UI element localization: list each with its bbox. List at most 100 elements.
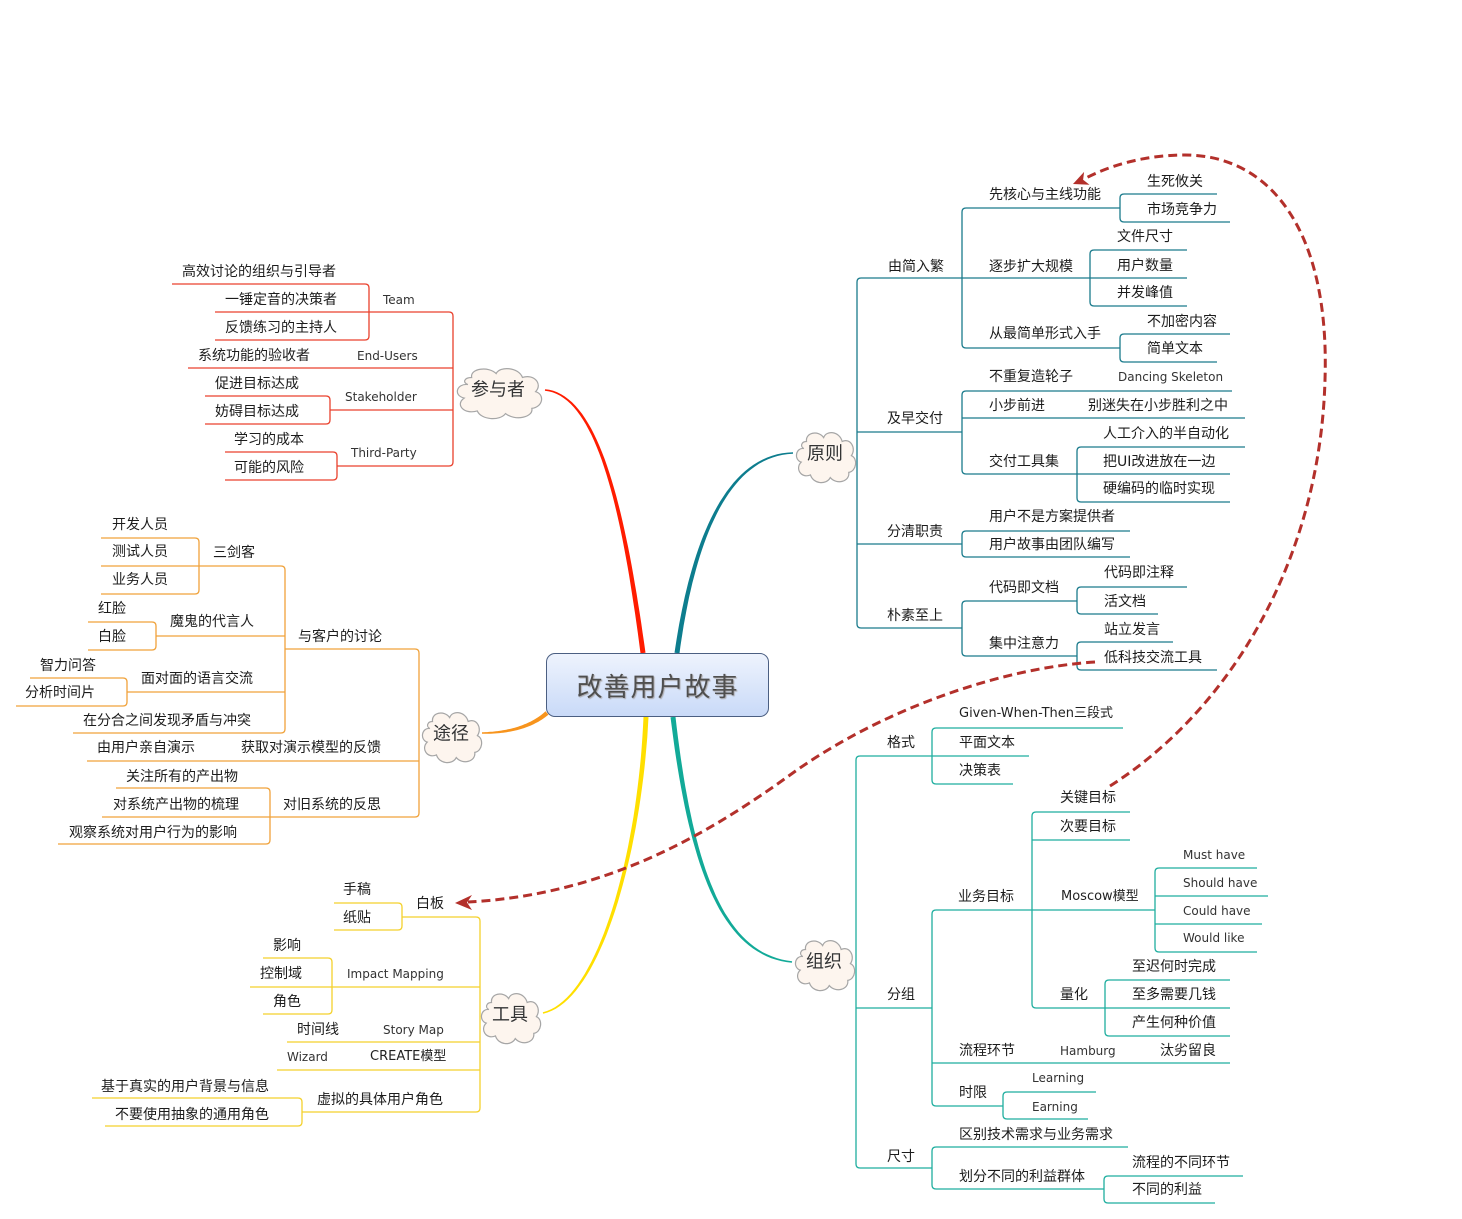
subtopic-l3[interactable]: 控制域 [260, 965, 302, 983]
subtopic-l3[interactable]: 可能的风险 [234, 459, 304, 477]
subtopic-l3[interactable]: 不要使用抽象的通用角色 [115, 1106, 269, 1124]
subtopic-l3[interactable]: 关注所有的产出物 [126, 768, 238, 786]
subtopic-l4[interactable]: 活文档 [1104, 593, 1146, 611]
subtopic-l3[interactable]: 观察系统对用户行为的影响 [69, 824, 237, 842]
subtopic-l3[interactable]: Given-When-Then三段式 [959, 705, 1113, 723]
subtopic-l4[interactable]: 别迷失在小步胜利之中 [1088, 397, 1228, 415]
subtopic-l4[interactable]: 次要目标 [1060, 818, 1116, 836]
subtopic-l3[interactable]: 用户不是方案提供者 [989, 508, 1115, 526]
subtopic-l4[interactable]: 生死攸关 [1147, 173, 1203, 191]
subtopic-l5[interactable]: Could have [1183, 902, 1251, 920]
subtopic-l4[interactable]: 关键目标 [1060, 789, 1116, 807]
subtopic[interactable]: 朴素至上 [887, 607, 943, 625]
subtopic-l3[interactable]: 在分合之间发现矛盾与冲突 [83, 712, 251, 730]
subtopic-l3[interactable]: 交付工具集 [989, 453, 1059, 471]
subtopic-l4[interactable]: 红脸 [98, 600, 126, 618]
subtopic-l4[interactable]: 市场竞争力 [1147, 201, 1217, 219]
subtopic[interactable]: Team [383, 291, 415, 309]
subtopic[interactable]: 虚拟的具体用户角色 [317, 1091, 443, 1109]
subtopic-l4[interactable]: 并发峰值 [1117, 284, 1173, 302]
subtopic[interactable]: 与客户的讨论 [298, 628, 382, 646]
main-topic-organization[interactable]: 组织 [791, 934, 857, 992]
subtopic-l3[interactable]: 面对面的语言交流 [141, 670, 253, 688]
subtopic-l3[interactable]: 一锤定音的决策者 [225, 291, 337, 309]
subtopic-l3[interactable]: 手稿 [343, 881, 371, 899]
subtopic-l3[interactable]: 划分不同的利益群体 [959, 1168, 1085, 1186]
subtopic-l4[interactable]: 智力问答 [40, 657, 96, 675]
subtopic-l3[interactable]: 集中注意力 [989, 635, 1059, 653]
subtopic-l3[interactable]: 对系统产出物的梳理 [113, 796, 239, 814]
subtopic[interactable]: CREATE模型 [370, 1048, 446, 1066]
subtopic-l5[interactable]: 汰劣留良 [1160, 1042, 1216, 1060]
subtopic-l3[interactable]: 魔鬼的代言人 [170, 613, 254, 631]
subtopic[interactable]: 由简入繁 [888, 258, 944, 276]
subtopic-l4[interactable]: 简单文本 [1147, 340, 1203, 358]
subtopic-l4[interactable]: 量化 [1060, 986, 1088, 1004]
subtopic[interactable]: 获取对演示模型的反馈 [241, 739, 381, 757]
subtopic[interactable]: End-Users [357, 347, 418, 365]
main-topic-participants[interactable]: 参与者 [451, 362, 545, 420]
main-topic-principles[interactable]: 原则 [792, 426, 858, 484]
subtopic-l3[interactable]: 影响 [273, 937, 301, 955]
subtopic-l3[interactable]: 妨碍目标达成 [215, 403, 299, 421]
subtopic-l3[interactable]: 用户故事由团队编写 [989, 536, 1115, 554]
subtopic[interactable]: 及早交付 [887, 410, 943, 428]
subtopic[interactable]: 分清职责 [887, 523, 943, 541]
subtopic-l3[interactable]: 三剑客 [213, 544, 255, 562]
subtopic-l3[interactable]: Wizard [287, 1048, 328, 1066]
main-topic-approaches[interactable]: 途径 [418, 706, 484, 764]
subtopic-l3[interactable]: 代码即文档 [989, 579, 1059, 597]
subtopic-l4[interactable]: Earning [1032, 1098, 1078, 1116]
subtopic-l4[interactable]: 硬编码的临时实现 [1103, 480, 1215, 498]
subtopic-l4[interactable]: 把UI改进放在一边 [1103, 453, 1215, 471]
subtopic-l5[interactable]: Must have [1183, 846, 1245, 864]
subtopic-l3[interactable]: 小步前进 [989, 397, 1045, 415]
subtopic-l3[interactable]: 不重复造轮子 [989, 368, 1073, 386]
subtopic[interactable]: 白板 [416, 895, 444, 913]
subtopic-l3[interactable]: 平面文本 [959, 734, 1015, 752]
subtopic-l4[interactable]: 文件尺寸 [1117, 228, 1173, 246]
subtopic-l5[interactable]: 产生何种价值 [1132, 1014, 1216, 1032]
subtopic-l4[interactable]: 人工介入的半自动化 [1103, 425, 1229, 443]
subtopic-l3[interactable]: 高效讨论的组织与引导者 [182, 263, 336, 281]
subtopic[interactable]: Impact Mapping [347, 965, 444, 983]
subtopic-l4[interactable]: 用户数量 [1117, 257, 1173, 275]
subtopic-l4[interactable]: 测试人员 [112, 543, 168, 561]
subtopic[interactable]: 格式 [887, 734, 915, 752]
subtopic-l4[interactable]: 白脸 [98, 628, 126, 646]
subtopic[interactable]: 对旧系统的反思 [283, 796, 381, 814]
subtopic-l4[interactable]: Learning [1032, 1069, 1084, 1087]
subtopic[interactable]: Third-Party [351, 444, 417, 462]
subtopic-l3[interactable]: 学习的成本 [234, 431, 304, 449]
subtopic-l3[interactable]: 先核心与主线功能 [989, 186, 1101, 204]
subtopic-l4[interactable]: 流程的不同环节 [1132, 1154, 1230, 1172]
subtopic-l3[interactable]: 流程环节 [959, 1042, 1015, 1060]
subtopic-l3[interactable]: 由用户亲自演示 [97, 739, 195, 757]
subtopic-l3[interactable]: 促进目标达成 [215, 375, 299, 393]
subtopic-l3[interactable]: 纸贴 [343, 909, 371, 927]
subtopic-l4[interactable]: 不同的利益 [1132, 1181, 1202, 1199]
subtopic-l3[interactable]: 时限 [959, 1084, 987, 1102]
subtopic-l3[interactable]: 系统功能的验收者 [198, 347, 310, 365]
central-topic[interactable]: 改善用户故事 [546, 653, 769, 717]
subtopic[interactable]: 分组 [887, 986, 915, 1004]
subtopic-l3[interactable]: 逐步扩大规模 [989, 258, 1073, 276]
main-topic-tools[interactable]: 工具 [477, 987, 543, 1045]
subtopic-l4[interactable]: 代码即注释 [1104, 564, 1174, 582]
subtopic-l5[interactable]: 至迟何时完成 [1132, 958, 1216, 976]
subtopic-l5[interactable]: 至多需要几钱 [1132, 986, 1216, 1004]
subtopic-l4[interactable]: 站立发言 [1104, 621, 1160, 639]
subtopic-l3[interactable]: 业务目标 [958, 888, 1014, 906]
subtopic[interactable]: Story Map [383, 1021, 444, 1039]
subtopic-l3[interactable]: 基于真实的用户背景与信息 [101, 1078, 269, 1096]
subtopic-l5[interactable]: Should have [1183, 874, 1257, 892]
subtopic[interactable]: 尺寸 [887, 1148, 915, 1166]
subtopic-l4[interactable]: 分析时间片 [25, 684, 95, 702]
subtopic[interactable]: Stakeholder [345, 388, 417, 406]
subtopic-l5[interactable]: Would like [1183, 929, 1244, 947]
subtopic-l3[interactable]: 时间线 [297, 1021, 339, 1039]
subtopic-l4[interactable]: Dancing Skeleton [1118, 368, 1223, 386]
subtopic-l3[interactable]: 角色 [273, 993, 301, 1011]
subtopic-l4[interactable]: Hamburg [1060, 1042, 1116, 1060]
subtopic-l4[interactable]: 低科技交流工具 [1104, 649, 1202, 667]
